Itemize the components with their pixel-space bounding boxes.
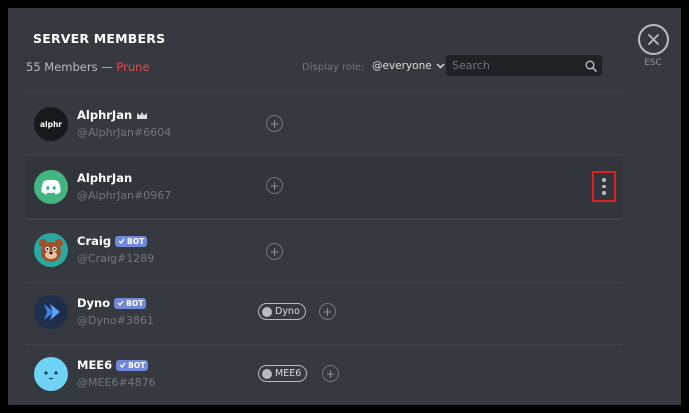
crown-icon	[137, 111, 148, 119]
add-role-button[interactable]: +	[322, 365, 339, 382]
checkmark-icon	[118, 238, 125, 244]
dyno-logo-icon	[44, 304, 60, 320]
add-role-button[interactable]: +	[266, 243, 283, 260]
member-name: Dyno BOT	[77, 296, 147, 310]
avatar	[34, 170, 68, 204]
role-pill-text: MEE6	[275, 368, 302, 379]
divider	[26, 91, 622, 92]
role-pill[interactable]: Dyno	[258, 303, 306, 320]
member-name-text: MEE6	[77, 358, 113, 372]
modal-title: SERVER MEMBERS	[33, 31, 166, 46]
more-options-button[interactable]	[592, 171, 616, 202]
discord-logo-icon	[41, 179, 61, 195]
display-role-label: Display role:	[302, 62, 365, 73]
add-role-button[interactable]: +	[266, 115, 283, 132]
craig-avatar-icon	[39, 239, 63, 262]
member-tag: @Craig#1289	[77, 252, 155, 265]
member-name-text: AlphrJan	[77, 171, 133, 185]
more-options-icon	[602, 178, 606, 182]
bot-badge-text: BOT	[127, 236, 145, 246]
bot-badge: BOT	[116, 359, 149, 371]
display-role-select[interactable]: @everyone	[372, 60, 445, 72]
checkmark-icon	[119, 362, 126, 368]
search-icon	[585, 60, 597, 72]
member-row[interactable]: Craig BOT @Craig#1289 +	[26, 219, 622, 281]
chevron-down-icon	[436, 63, 445, 69]
member-tag: @AlphrJan#0967	[77, 189, 172, 202]
search-placeholder: Search	[452, 59, 490, 72]
bot-badge-text: BOT	[126, 298, 144, 308]
avatar	[34, 357, 68, 391]
member-name: AlphrJan	[77, 171, 132, 185]
role-color-dot[interactable]	[262, 368, 272, 379]
member-name-text: AlphrJan	[77, 108, 133, 122]
esc-label: ESC	[644, 58, 662, 68]
mee6-avatar-icon	[44, 371, 58, 380]
member-name: MEE6 BOT	[77, 358, 149, 372]
member-row[interactable]: MEE6 BOT @MEE6#4876 MEE6 +	[26, 343, 622, 405]
avatar	[34, 233, 68, 267]
avatar: alphr	[34, 107, 68, 141]
close-control[interactable]: ESC	[638, 24, 669, 68]
bot-badge: BOT	[114, 297, 147, 309]
role-pill[interactable]: MEE6	[258, 365, 308, 382]
member-name: Craig BOT	[77, 234, 148, 248]
prune-link[interactable]: Prune	[116, 60, 149, 74]
close-icon	[648, 34, 659, 45]
member-name-text: Dyno	[77, 296, 111, 310]
member-row[interactable]: alphr AlphrJan @AlphrJan#6604 +	[26, 93, 622, 155]
member-count-text: 55 Members —	[26, 60, 113, 74]
server-members-modal: SERVER MEMBERS ESC 55 Members — Prune Di…	[8, 8, 681, 405]
avatar	[34, 295, 68, 329]
role-color-dot[interactable]	[262, 306, 272, 317]
close-button[interactable]	[638, 24, 669, 55]
search-input[interactable]: Search	[446, 55, 602, 76]
bot-badge-text: BOT	[128, 360, 146, 370]
role-pill-text: Dyno	[275, 306, 300, 317]
display-role-value: @everyone	[372, 60, 432, 72]
member-row[interactable]: AlphrJan @AlphrJan#0967 +	[26, 156, 622, 218]
add-role-button[interactable]: +	[266, 177, 283, 194]
avatar-text: alphr	[39, 119, 63, 129]
member-name-text: Craig	[77, 234, 112, 248]
member-tag: @Dyno#3861	[77, 314, 154, 327]
member-name: AlphrJan	[77, 108, 148, 122]
bot-badge: BOT	[115, 235, 148, 247]
checkmark-icon	[117, 300, 124, 306]
member-row[interactable]: Dyno BOT @Dyno#3861 Dyno +	[26, 281, 622, 343]
member-count: 55 Members — Prune	[26, 60, 150, 74]
add-role-button[interactable]: +	[319, 303, 336, 320]
member-tag: @AlphrJan#6604	[77, 126, 172, 139]
member-tag: @MEE6#4876	[77, 376, 156, 389]
